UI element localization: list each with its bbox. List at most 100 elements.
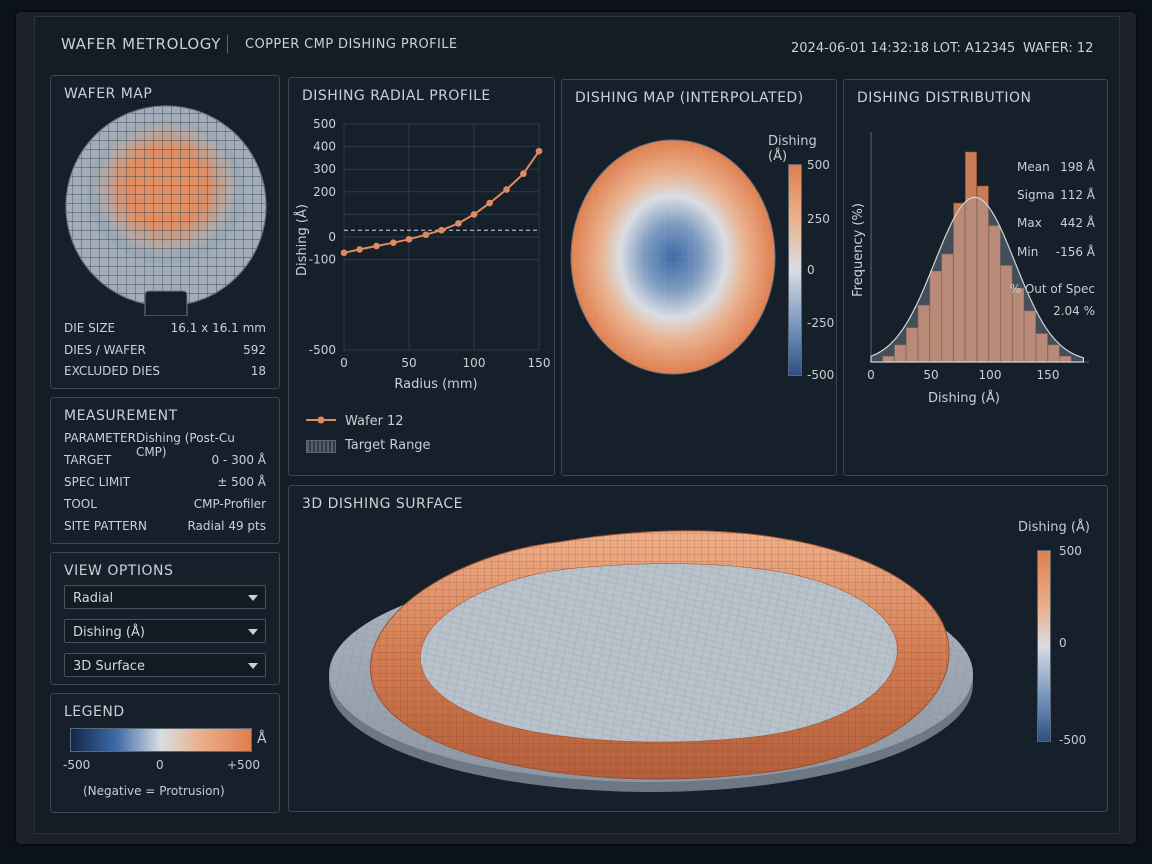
page-subtitle: COPPER CMP DISHING PROFILE <box>245 37 458 52</box>
cbar-tick-500: 500 <box>807 158 830 172</box>
stat-mean: Mean 198 Å <box>1017 160 1095 174</box>
wafer-map-panel: WAFER MAP DIE SIZE 16.1 x 16.1 mm DIES /… <box>50 75 280 389</box>
stat-min: Min -156 Å <box>1017 245 1095 259</box>
view-options-panel: VIEW OPTIONS Radial Dishing (Å) 3D Surfa… <box>50 552 280 685</box>
x-tick-label: 150 <box>528 356 551 370</box>
data-point <box>503 186 510 193</box>
target-row: TARGET 0 - 300 Å <box>64 453 266 467</box>
site-pattern-row: SITE PATTERN Radial 49 pts <box>64 519 266 533</box>
radial-profile-panel: DISHING RADIAL PROFILE 500 400 300 200 0 -100… <box>288 77 555 476</box>
dishing-map-title: DISHING MAP (INTERPOLATED) <box>575 90 804 106</box>
surface-cbar-tick-neg500: -500 <box>1059 733 1087 747</box>
tool-row: TOOL CMP-Profiler <box>64 497 266 511</box>
dies-per-wafer-row: DIES / WAFER 592 <box>64 343 266 357</box>
wafer-readout: WAFER: 12 <box>1023 41 1094 56</box>
view-mode-select[interactable]: 3D Surface <box>64 653 266 677</box>
legend-series-label: Wafer 12 <box>345 414 404 429</box>
chevron-down-icon <box>248 595 258 601</box>
surface3d-panel: 3D DISHING SURFACE Dishing (Å) 500 0 -50… <box>288 485 1108 812</box>
view-options-title: VIEW OPTIONS <box>64 563 174 579</box>
data-point <box>373 242 380 250</box>
measurement-title: MEASUREMENT <box>64 408 178 424</box>
data-point <box>438 226 445 234</box>
y-tick-label: -100 <box>309 253 336 267</box>
data-point <box>486 199 493 207</box>
y-tick-label: 400 <box>313 140 336 154</box>
x-tick-label: 0 <box>340 356 348 370</box>
hist-x-axis-label: Dishing (Å) <box>928 390 1000 406</box>
distribution-panel: DISHING DISTRIBUTION 0 50 100 150 Dishing (… <box>843 79 1108 476</box>
wafer-notch <box>144 290 188 316</box>
data-point <box>470 211 478 218</box>
parameter-select[interactable]: Dishing (Å) <box>64 619 266 643</box>
surface3d-title: 3D DISHING SURFACE <box>302 496 463 512</box>
hist-y-axis-label: Frequency (%) <box>851 203 866 297</box>
hist-x-tick-label: 100 <box>979 368 1002 382</box>
die-size-row: DIE SIZE 16.1 x 16.1 mm <box>64 321 266 335</box>
legend-title: LEGEND <box>64 704 125 720</box>
radial-profile-chart[interactable]: 500 400 300 200 0 -100 -500 0 50 100 150 Radius (… <box>289 110 554 440</box>
legend-min-label: -500 <box>63 758 91 772</box>
datetime-readout: 2024-06-01 14:32:18 <box>791 41 930 56</box>
out-of-spec-label: % Out of Spec <box>1009 282 1095 296</box>
wafer-map-title: WAFER MAP <box>64 86 153 102</box>
surface3d-colorbar <box>1037 550 1051 742</box>
data-point <box>340 249 348 257</box>
measurement-panel: MEASUREMENT PARAMETER Dishing (Post-Cu CM… <box>50 397 280 544</box>
dishing-map-colorbar <box>788 164 802 376</box>
wafer-map-view[interactable] <box>63 104 269 316</box>
y-tick-label: -500 <box>309 343 336 357</box>
y-axis-label: Dishing (Å) <box>294 204 310 276</box>
chevron-down-icon <box>248 663 258 669</box>
legend-note: (Negative = Protrusion) <box>83 784 225 798</box>
hist-x-tick-label: 150 <box>1037 368 1060 382</box>
out-of-spec-value: 2.04 % <box>1053 304 1095 318</box>
data-point <box>356 246 363 253</box>
data-point <box>520 170 527 178</box>
screen: WAFER METROLOGY COPPER CMP DISHING PROFI… <box>34 16 1120 834</box>
legend-target-label: Target Range <box>345 438 431 453</box>
data-point <box>390 239 397 246</box>
surface-cbar-tick-500: 500 <box>1059 544 1082 558</box>
distribution-title: DISHING DISTRIBUTION <box>857 90 1032 106</box>
chevron-down-icon <box>248 629 258 635</box>
x-tick-label: 50 <box>401 356 416 370</box>
radial-profile-title: DISHING RADIAL PROFILE <box>302 88 491 104</box>
app-title: WAFER METROLOGY <box>61 35 222 53</box>
surface-cbar-tick-0: 0 <box>1059 636 1067 650</box>
legend-panel: LEGEND Å -500 0 +500 (Negative = Protrus… <box>50 693 280 813</box>
data-point <box>422 231 430 239</box>
cbar-tick-neg500: -500 <box>807 368 835 382</box>
legend-unit: Å <box>257 731 267 747</box>
legend-mid-label: 0 <box>156 758 164 772</box>
stat-sigma: Sigma 112 Å <box>1017 188 1095 202</box>
cbar-tick-250: 250 <box>807 212 830 226</box>
dishing-map-view[interactable] <box>568 136 778 378</box>
y-tick-label: 0 <box>328 230 336 244</box>
lot-readout: LOT: A12345 <box>933 41 1016 56</box>
x-tick-label: 100 <box>463 356 486 370</box>
cbar-tick-0: 0 <box>807 263 815 277</box>
data-point <box>535 147 543 155</box>
legend-colorbar <box>70 728 252 752</box>
x-axis-label: Radius (mm) <box>394 377 477 392</box>
profile-mode-select[interactable]: Radial <box>64 585 266 609</box>
data-point <box>405 235 413 243</box>
data-point <box>455 220 462 227</box>
hist-x-tick-label: 0 <box>867 368 875 382</box>
legend-max-label: +500 <box>227 758 260 772</box>
y-tick-label: 200 <box>313 185 336 199</box>
header-divider <box>227 35 228 53</box>
legend-target-swatch <box>306 440 336 453</box>
y-tick-label: 300 <box>313 162 336 176</box>
stat-max: Max 442 Å <box>1017 216 1095 230</box>
excluded-dies-row: EXCLUDED DIES 18 <box>64 364 266 378</box>
cbar-tick-neg250: -250 <box>807 316 835 330</box>
surface3d-cbar-label: Dishing (Å) <box>1018 520 1090 535</box>
legend-series-marker-icon <box>317 416 325 424</box>
spec-limit-row: SPEC LIMIT ± 500 Å <box>64 475 266 489</box>
surface3d-view[interactable] <box>309 512 989 802</box>
dishing-map-panel: DISHING MAP (INTERPOLATED) Dishing (Å) 5 <box>561 79 837 476</box>
hist-x-tick-label: 50 <box>923 368 938 382</box>
y-tick-label: 500 <box>313 117 336 131</box>
